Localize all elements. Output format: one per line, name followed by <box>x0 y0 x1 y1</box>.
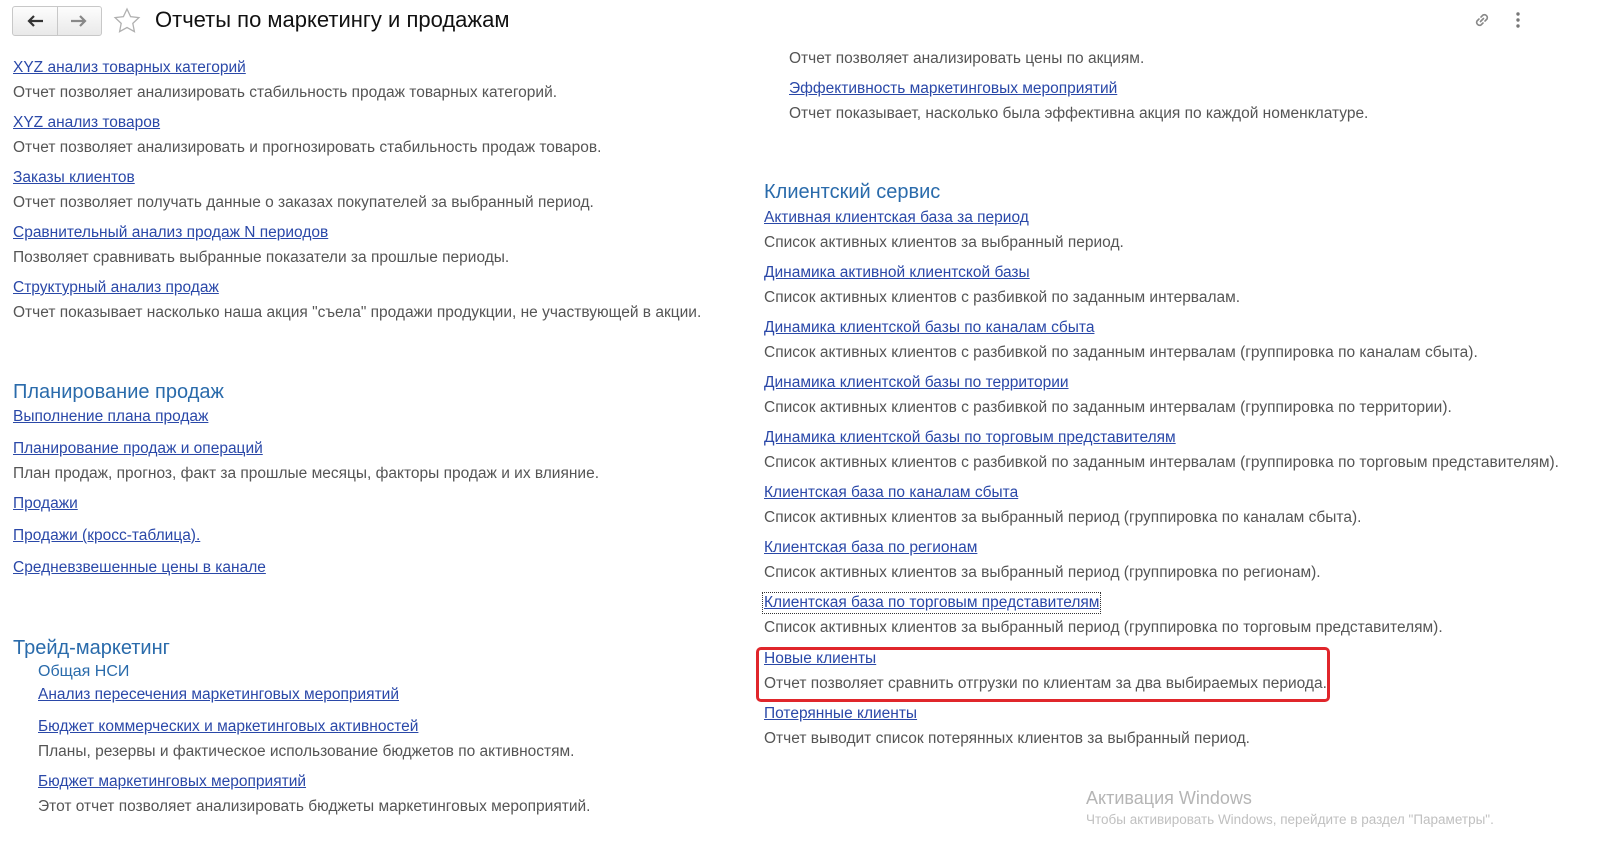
report-description: Отчет позволяет анализировать и прогнози… <box>13 139 602 156</box>
link-button[interactable] <box>1472 10 1492 30</box>
section-title-trade-marketing: Трейд-маркетинг <box>13 637 170 659</box>
report-description: Список активных клиентов за выбранный пе… <box>764 234 1124 251</box>
report-description: Список активных клиентов с разбивкой по … <box>764 454 1559 471</box>
report-link-lost-clients[interactable]: Потерянные клиенты <box>764 705 917 723</box>
report-link-client-orders[interactable]: Заказы клиентов <box>13 169 135 187</box>
more-menu-button[interactable] <box>1508 10 1528 30</box>
windows-activation-hint: Чтобы активировать Windows, перейдите в … <box>1086 812 1494 827</box>
report-link-weighted-prices[interactable]: Средневзвешенные цены в канале <box>13 559 266 577</box>
arrow-left-icon <box>27 15 43 27</box>
forward-button[interactable] <box>56 7 102 35</box>
report-link-marketing-budget[interactable]: Бюджет маркетинговых мероприятий <box>38 773 306 791</box>
report-link-sales-cross-table[interactable]: Продажи (кросс-таблица). <box>13 527 200 545</box>
report-link-dynamics-by-territory[interactable]: Динамика клиентской базы по территории <box>764 374 1069 392</box>
report-link-activities-budget[interactable]: Бюджет коммерческих и маркетинговых акти… <box>38 718 418 736</box>
section-title-sales-planning: Планирование продаж <box>13 381 224 403</box>
report-description: Отчет позволяет сравнить отгрузки по кли… <box>764 675 1327 692</box>
report-link-active-base-dynamics[interactable]: Динамика активной клиентской базы <box>764 264 1030 282</box>
star-icon[interactable] <box>113 7 141 35</box>
report-description: Отчет выводит список потерянных клиентов… <box>764 730 1250 747</box>
page-title: Отчеты по маркетингу и продажам <box>155 7 510 32</box>
subgroup-title-general: Общая НСИ <box>38 663 130 680</box>
report-description: Список активных клиентов за выбранный пе… <box>764 564 1321 581</box>
report-link-xyz-categories[interactable]: XYZ анализ товарных категорий <box>13 59 246 77</box>
report-link-new-clients[interactable]: Новые клиенты <box>764 650 876 668</box>
report-link-marketing-efficiency[interactable]: Эффективность маркетинговых мероприятий <box>789 80 1117 98</box>
report-description: Отчет позволяет анализировать стабильнос… <box>13 84 558 101</box>
more-vertical-icon <box>1516 12 1520 28</box>
report-link-sales[interactable]: Продажи <box>13 495 78 513</box>
report-link-base-by-channels[interactable]: Клиентская база по каналам сбыта <box>764 484 1018 502</box>
report-description: Отчет показывает насколько наша акция "с… <box>13 304 702 321</box>
report-description: Планы, резервы и фактическое использован… <box>38 743 575 760</box>
report-description: Список активных клиентов с разбивкой по … <box>764 344 1478 361</box>
report-description: Отчет показывает, насколько была эффекти… <box>789 105 1369 122</box>
report-description: Отчет позволяет анализировать цены по ак… <box>789 50 1145 67</box>
report-description: Список активных клиентов с разбивкой по … <box>764 289 1241 306</box>
windows-activation-watermark: Активация Windows <box>1086 788 1252 808</box>
report-link-dynamics-by-channels[interactable]: Динамика клиентской базы по каналам сбыт… <box>764 319 1094 337</box>
report-link-structural-sales[interactable]: Структурный анализ продаж <box>13 279 219 297</box>
report-description: План продаж, прогноз, факт за прошлые ме… <box>13 465 599 482</box>
section-title-client-service: Клиентский сервис <box>764 181 941 203</box>
report-description: Отчет позволяет получать данные о заказа… <box>13 194 594 211</box>
report-description: Список активных клиентов за выбранный пе… <box>764 509 1362 526</box>
navigation-buttons <box>12 6 102 36</box>
report-description: Список активных клиентов с разбивкой по … <box>764 399 1452 416</box>
report-description: Этот отчет позволяет анализировать бюдже… <box>38 798 591 815</box>
report-link-base-by-sales-reps[interactable]: Клиентская база по торговым представител… <box>761 592 1102 614</box>
window-header: Отчеты по маркетингу и продажам <box>0 0 1620 42</box>
report-link-active-client-base[interactable]: Активная клиентская база за период <box>764 209 1029 227</box>
report-description: Список активных клиентов за выбранный пе… <box>764 619 1443 636</box>
back-button[interactable] <box>13 7 57 35</box>
link-icon <box>1475 13 1489 27</box>
report-link-dynamics-by-sales-reps[interactable]: Динамика клиентской базы по торговым пре… <box>764 429 1176 447</box>
report-description: Позволяет сравнивать выбранные показател… <box>13 249 510 266</box>
report-link-base-by-regions[interactable]: Клиентская база по регионам <box>764 539 977 557</box>
report-link-marketing-overlap[interactable]: Анализ пересечения маркетинговых меропри… <box>38 686 399 704</box>
report-link-xyz-goods[interactable]: XYZ анализ товаров <box>13 114 160 132</box>
report-link-sales-n-periods[interactable]: Сравнительный анализ продаж N периодов <box>13 224 328 242</box>
report-link-sop-planning[interactable]: Планирование продаж и операций <box>13 440 263 458</box>
arrow-right-icon <box>71 15 87 27</box>
report-link-sales-plan-execution[interactable]: Выполнение плана продаж <box>13 408 208 426</box>
